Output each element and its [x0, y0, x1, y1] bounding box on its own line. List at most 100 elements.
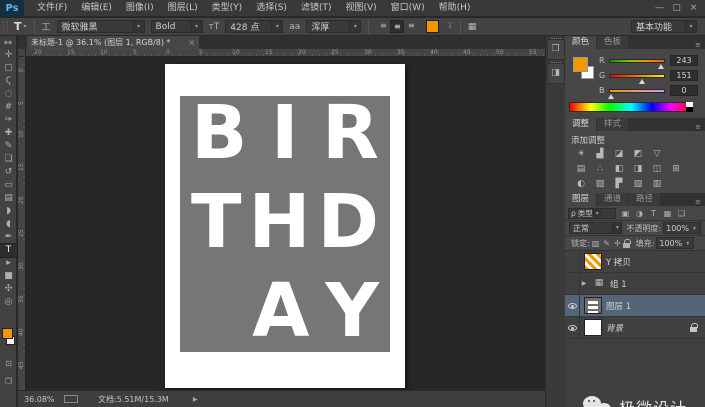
filter-type-layers-icon[interactable]: T — [648, 209, 659, 218]
quick-mask-button[interactable]: ⊡ — [0, 359, 17, 368]
anti-alias-select[interactable]: 浑厚▾ — [306, 20, 361, 33]
close-button[interactable]: × — [685, 1, 702, 16]
curves-icon[interactable]: ◪ — [613, 149, 625, 160]
align-right-button[interactable]: ≡ — [404, 20, 418, 33]
panel-foreground-swatch[interactable] — [573, 57, 588, 72]
document-tab[interactable]: 未标题-1 @ 36.1% (图层 1, RGB/8) * × — [27, 36, 199, 49]
screen-mode-button[interactable]: ❐ — [0, 377, 17, 386]
group-expander-icon[interactable]: ▶ — [580, 280, 588, 287]
visibility-toggle[interactable] — [565, 273, 580, 295]
layer-filter-kind-select[interactable]: ρ 类型 ▾ — [568, 208, 616, 219]
font-size-select[interactable]: 428 点▾ — [225, 20, 283, 33]
lasso-tool[interactable]: Ϛ — [0, 75, 17, 88]
menu-item[interactable]: 滤镜(T) — [294, 0, 339, 17]
history-brush-tool[interactable]: ↺ — [0, 166, 17, 179]
toolbar-collapse-button[interactable]: ▪▪ — [0, 36, 17, 49]
filter-adjustment-layers-icon[interactable]: ◑ — [634, 209, 645, 218]
menu-item[interactable]: 图层(L) — [161, 0, 205, 17]
hue-saturation-icon[interactable]: ▤ — [575, 164, 587, 175]
panel-tab[interactable]: 调整 — [565, 118, 596, 131]
exposure-icon[interactable]: ◩ — [632, 149, 644, 160]
options-bar-grip[interactable] — [3, 21, 8, 33]
背景[interactable]: 背景 — [565, 317, 705, 339]
Y 拷贝[interactable]: Y 拷贝 — [565, 251, 705, 273]
panel-tab[interactable]: 图层 — [565, 193, 596, 206]
toggle-panels-icon[interactable]: ▦ — [465, 22, 480, 32]
zoom-tool[interactable]: ◎ — [0, 296, 17, 309]
color-spectrum-ramp[interactable] — [569, 102, 693, 112]
shape-tool[interactable]: ■ — [0, 270, 17, 283]
font-style-select[interactable]: Bold▾ — [151, 20, 203, 33]
crop-tool[interactable]: # — [0, 101, 17, 114]
panel-tab[interactable]: 颜色 — [565, 36, 596, 49]
lock-transparency-icon[interactable]: ▨ — [592, 239, 600, 248]
quick-selection-tool[interactable]: ◌ — [0, 88, 17, 101]
eraser-tool[interactable]: ▭ — [0, 179, 17, 192]
menu-item[interactable]: 选择(S) — [249, 0, 294, 17]
visibility-toggle[interactable] — [565, 317, 580, 339]
path-selection-tool[interactable]: ▸ — [0, 257, 17, 270]
workspace-select[interactable]: 基本功能▾ — [631, 20, 697, 33]
fill-input[interactable]: 100%▾ — [656, 237, 694, 249]
eyedropper-tool[interactable]: ✑ — [0, 114, 17, 127]
selective-color-icon[interactable]: ▧ — [632, 179, 644, 190]
panel-tab[interactable]: 色板 — [597, 36, 628, 49]
marquee-tool[interactable]: ▢ — [0, 62, 17, 75]
black-white-icon[interactable]: ◧ — [613, 164, 625, 175]
maximize-button[interactable]: ▢ — [668, 1, 685, 16]
invert-icon[interactable]: ◐ — [575, 179, 587, 190]
panel-tab[interactable]: 样式 — [597, 118, 628, 131]
healing-brush-tool[interactable]: ✚ — [0, 127, 17, 140]
align-left-button[interactable]: ≡ — [376, 20, 390, 33]
brush-tool[interactable]: ✎ — [0, 140, 17, 153]
slider-handle[interactable] — [608, 94, 614, 99]
pen-tool[interactable]: ✒ — [0, 231, 17, 244]
canvas-page[interactable]: BIR THD AY — [165, 64, 405, 388]
vertical-ruler[interactable]: 051015202530354045 — [18, 57, 26, 390]
menu-item[interactable]: 编辑(E) — [74, 0, 119, 17]
filter-smart-objects-icon[interactable]: ❏ — [676, 209, 687, 218]
channel-slider[interactable] — [609, 89, 665, 93]
图层 1[interactable]: 图层 1 — [565, 295, 705, 317]
text-color-swatch[interactable] — [426, 20, 439, 33]
vibrance-icon[interactable]: ▽ — [651, 149, 663, 160]
color-lookup-icon[interactable]: ⊞ — [670, 164, 682, 175]
lock-all-icon[interactable] — [623, 243, 630, 248]
filter-pixel-layers-icon[interactable]: ▣ — [620, 209, 631, 218]
channel-slider[interactable] — [609, 74, 665, 78]
posterize-icon[interactable]: ▨ — [594, 179, 606, 190]
color-balance-icon[interactable]: ∴ — [594, 164, 606, 175]
visibility-toggle[interactable] — [565, 295, 580, 317]
channel-mixer-icon[interactable]: ◫ — [651, 164, 663, 175]
text-orientation-icon[interactable]: 工 — [39, 20, 54, 33]
dodge-tool[interactable]: ◖ — [0, 218, 17, 231]
gradient-tool[interactable]: ▤ — [0, 192, 17, 205]
font-family-select[interactable]: 微软雅黑▾ — [57, 20, 145, 33]
channel-slider[interactable] — [609, 59, 665, 63]
clone-stamp-tool[interactable]: ❏ — [0, 153, 17, 166]
zoom-level-input[interactable]: 36.08% — [24, 395, 58, 404]
collapsed-properties-panel-icon[interactable]: ◨ — [547, 63, 565, 84]
menu-item[interactable]: 窗口(W) — [384, 0, 432, 17]
panel-menu-icon[interactable]: ≡ — [695, 41, 705, 49]
minimize-button[interactable]: — — [651, 1, 668, 16]
panel-menu-icon[interactable]: ≡ — [695, 198, 705, 206]
lock-pixels-icon[interactable]: ✎ — [603, 239, 610, 248]
move-tool[interactable]: ✛ — [0, 49, 17, 62]
foreground-color-swatch[interactable] — [2, 328, 13, 339]
brightness-contrast-icon[interactable]: ☀ — [575, 149, 587, 160]
tab-close-icon[interactable]: × — [184, 36, 195, 49]
warp-text-icon[interactable]: Ŧ — [444, 22, 456, 32]
gradient-map-icon[interactable]: ▥ — [651, 179, 663, 190]
blend-mode-select[interactable]: 正常▾ — [569, 222, 622, 234]
panel-tab[interactable]: 路径 — [629, 193, 660, 206]
channel-value-input[interactable]: 151 — [670, 70, 698, 81]
photo-filter-icon[interactable]: ◨ — [632, 164, 644, 175]
menu-item[interactable]: 视图(V) — [338, 0, 383, 17]
collapsed-history-panel-icon[interactable]: ❒ — [547, 39, 565, 60]
levels-icon[interactable]: ▟ — [594, 149, 606, 160]
channel-value-input[interactable]: 243 — [670, 55, 698, 66]
menu-item[interactable]: 文件(F) — [30, 0, 74, 17]
menu-item[interactable]: 类型(Y) — [205, 0, 250, 17]
visibility-toggle[interactable] — [565, 251, 580, 273]
